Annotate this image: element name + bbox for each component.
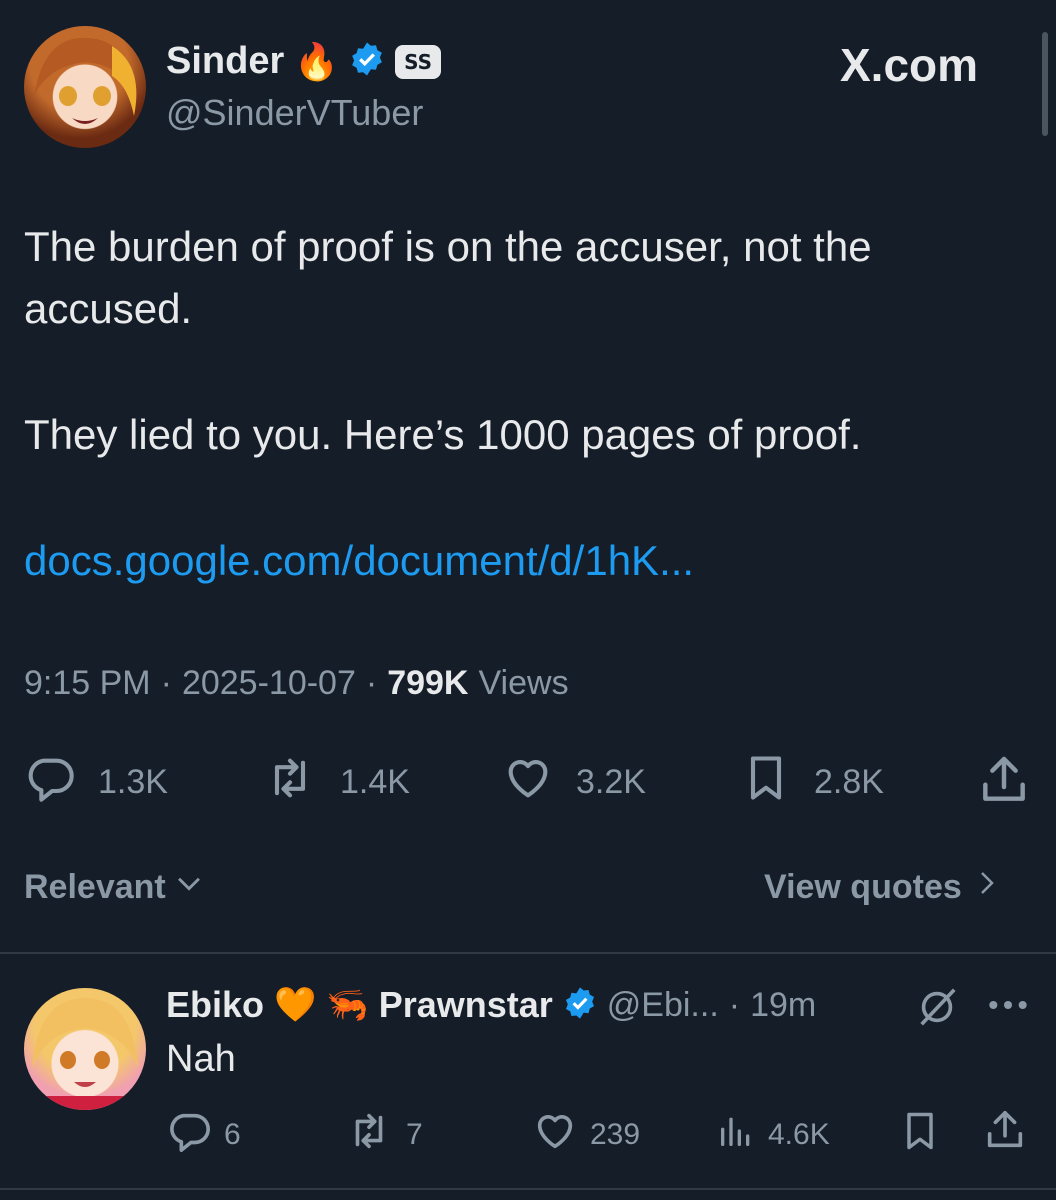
reply-icon [166, 1108, 212, 1162]
tweet-meta: 9:15 PM · 2025-10-07 · 799K Views [24, 664, 569, 703]
relevant-label: Relevant [24, 868, 166, 906]
reply-like-button[interactable]: 239 [532, 1108, 640, 1162]
bookmark-button[interactable]: 2.8K [740, 752, 884, 813]
reply-count: 1.3K [98, 763, 168, 801]
bookmark-icon [898, 1112, 942, 1158]
meta-separator: · [365, 664, 378, 702]
repost-button[interactable]: 1.4K [262, 752, 410, 813]
tweet-link[interactable]: docs.google.com/document/d/1hK... [24, 530, 694, 592]
reply-bookmark-button[interactable] [898, 1108, 942, 1159]
relevant-sort-button[interactable]: Relevant [24, 866, 206, 909]
reply-icon [24, 752, 76, 813]
fire-emoji-icon: 🔥 [294, 40, 340, 82]
repost-icon [344, 1108, 394, 1162]
more-icon [986, 1000, 1030, 1024]
verified-badge-icon [349, 41, 385, 82]
reply-like-count: 239 [590, 1118, 641, 1151]
reply-repost-button[interactable]: 7 [344, 1108, 423, 1162]
bookmark-count: 2.8K [814, 763, 884, 801]
chevron-down-icon [172, 866, 206, 909]
divider [0, 1188, 1056, 1190]
share-button[interactable] [976, 752, 1032, 813]
like-icon [532, 1108, 578, 1162]
affiliate-badge-icon: SS [395, 44, 442, 79]
tweet-time[interactable]: 9:15 PM [24, 664, 151, 703]
more-button[interactable] [986, 990, 1030, 1025]
tweet-paragraph-1: The burden of proof is on the accuser, n… [24, 223, 872, 332]
chevron-right-icon [972, 866, 1002, 909]
orange-heart-emoji-icon: 🧡 [274, 986, 317, 1024]
reply-author-name-b[interactable]: Prawnstar [379, 984, 553, 1026]
meta-separator: · [160, 664, 172, 702]
view-quotes-button[interactable]: View quotes [764, 866, 1002, 909]
tweet-paragraph-2: They lied to you. Here’s 1000 pages of p… [24, 411, 862, 458]
reply-repost-count: 7 [406, 1118, 423, 1151]
author-avatar[interactable] [24, 26, 146, 148]
like-icon [502, 752, 554, 813]
reply-avatar[interactable] [24, 988, 146, 1110]
repost-count: 1.4K [340, 763, 410, 801]
reply-share-button[interactable] [982, 1106, 1028, 1159]
reply-author-name-a[interactable]: Ebiko [166, 984, 264, 1026]
views-count: 799K [387, 664, 469, 702]
bookmark-icon [740, 752, 792, 813]
shrimp-emoji-icon: 🦐 [326, 986, 369, 1024]
reply-reply-button[interactable]: 6 [166, 1108, 241, 1162]
reply-text: Nah [166, 1038, 236, 1080]
reply-separator: · [728, 985, 741, 1024]
like-button[interactable]: 3.2K [502, 752, 646, 813]
reply-reply-count: 6 [224, 1118, 241, 1151]
views-icon [716, 1108, 756, 1162]
reply-time[interactable]: 19m [750, 986, 816, 1025]
views-label: Views [478, 664, 569, 702]
reply-views-count: 4.6K [768, 1118, 830, 1151]
repost-icon [262, 752, 318, 813]
grok-icon [914, 988, 960, 1034]
scrollbar[interactable] [1042, 32, 1048, 136]
reply-button[interactable]: 1.3K [24, 752, 168, 813]
view-quotes-label: View quotes [764, 868, 962, 906]
reply-handle[interactable]: @Ebi... [607, 986, 719, 1025]
verified-badge-icon [563, 986, 597, 1025]
author-handle[interactable]: @SinderVTuber [166, 92, 423, 134]
divider [0, 952, 1056, 954]
grok-button[interactable] [914, 984, 960, 1035]
tweet-date[interactable]: 2025-10-07 [182, 664, 356, 703]
share-icon [976, 756, 1032, 812]
author-name[interactable]: Sinder [166, 40, 284, 83]
share-icon [982, 1110, 1028, 1158]
watermark: X.com [840, 39, 979, 91]
like-count: 3.2K [576, 763, 646, 801]
reply-views-button[interactable]: 4.6K [716, 1108, 830, 1162]
